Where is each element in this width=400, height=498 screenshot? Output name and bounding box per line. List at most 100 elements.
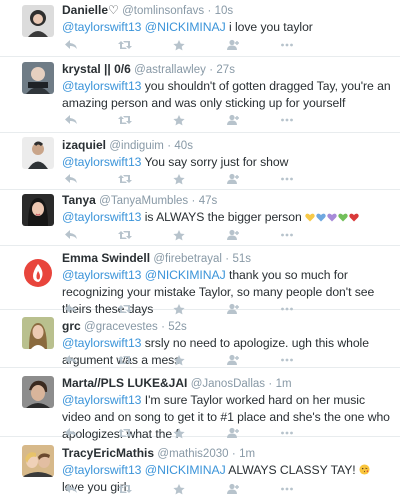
- user-handle[interactable]: @gracevestes: [84, 321, 158, 333]
- heart-icon: [337, 210, 348, 222]
- retweet-icon[interactable]: [118, 114, 132, 126]
- reply-icon[interactable]: [64, 173, 78, 185]
- tweet: Emma Swindell @firebetrayal · 51s @taylo…: [0, 246, 400, 316]
- tweet: krystal || 0/6 @astrallawley · 27s @tayl…: [0, 57, 400, 133]
- follow-icon[interactable]: [226, 39, 240, 51]
- tweet: Tanya @TanyaMumbles · 47s @taylorswift13…: [0, 190, 400, 246]
- reply-icon[interactable]: [64, 114, 78, 126]
- reply-icon[interactable]: [64, 229, 78, 241]
- user-handle[interactable]: @mathis2030: [157, 448, 228, 460]
- follow-icon[interactable]: [226, 354, 240, 366]
- tweet-body: ALWAYS CLASSY TAY!: [225, 463, 359, 477]
- user-fullname[interactable]: Danielle♡: [62, 3, 119, 17]
- more-icon[interactable]: [280, 173, 294, 185]
- user-handle[interactable]: @TanyaMumbles: [99, 195, 188, 207]
- retweet-icon[interactable]: [118, 483, 132, 495]
- avatar[interactable]: [22, 5, 54, 37]
- separator-dot: ·: [231, 448, 236, 460]
- follow-icon[interactable]: [226, 114, 240, 126]
- tweet-timestamp[interactable]: 40s: [174, 140, 193, 152]
- avatar[interactable]: [22, 317, 54, 349]
- more-icon[interactable]: [280, 39, 294, 51]
- user-handle[interactable]: @indiguim: [109, 140, 164, 152]
- user-fullname[interactable]: izaquiel: [62, 138, 106, 152]
- favorite-icon[interactable]: [172, 114, 186, 126]
- tweet-timestamp[interactable]: 47s: [199, 195, 218, 207]
- tweet-actions: [64, 228, 334, 242]
- avatar[interactable]: [22, 257, 54, 289]
- separator-dot: ·: [161, 321, 165, 333]
- mention-link[interactable]: @taylorswift13 @NICKIMINAJ: [62, 268, 226, 282]
- tweet-header: Marta//PLS LUKE&JAI @JanosDallas · 1m: [62, 376, 392, 391]
- separator-dot: ·: [167, 140, 172, 152]
- avatar[interactable]: [22, 62, 54, 94]
- favorite-icon[interactable]: [172, 39, 186, 51]
- user-fullname[interactable]: krystal || 0/6: [62, 62, 131, 76]
- tweet-body: is ALWAYS the bigger person: [141, 210, 302, 224]
- tweet-text: @taylorswift13 is ALWAYS the bigger pers…: [62, 209, 392, 226]
- tweet-header: Tanya @TanyaMumbles · 47s: [62, 193, 392, 208]
- mention-link[interactable]: @taylorswift13: [62, 79, 141, 93]
- tweet-timestamp[interactable]: 1m: [239, 448, 255, 460]
- heart-icon: [348, 210, 359, 222]
- user-fullname[interactable]: Emma Swindell: [62, 251, 150, 265]
- tweet-actions: [64, 353, 334, 367]
- retweet-icon[interactable]: [118, 354, 132, 366]
- avatar[interactable]: [22, 376, 54, 408]
- follow-icon[interactable]: [226, 229, 240, 241]
- tweet-timestamp[interactable]: 52s: [168, 321, 187, 333]
- reply-icon[interactable]: [64, 354, 78, 366]
- follow-icon[interactable]: [226, 173, 240, 185]
- heart-icon: [315, 210, 326, 222]
- tweet-timestamp[interactable]: 27s: [216, 64, 235, 76]
- tweet-actions: [64, 38, 334, 52]
- more-icon[interactable]: [280, 229, 294, 241]
- separator-dot: ·: [191, 195, 196, 207]
- favorite-icon[interactable]: [172, 483, 186, 495]
- user-handle[interactable]: @tomlinsonfavs: [122, 5, 204, 17]
- avatar[interactable]: [22, 137, 54, 169]
- tweet-header: grc @gracevestes · 52s: [62, 319, 392, 334]
- heart-icon: [326, 210, 337, 222]
- user-fullname[interactable]: TracyEricMathis: [62, 446, 154, 460]
- user-fullname[interactable]: grc: [62, 319, 81, 333]
- tweet-timestamp[interactable]: 51s: [232, 253, 251, 265]
- avatar[interactable]: [22, 445, 54, 477]
- user-fullname[interactable]: Tanya: [62, 193, 96, 207]
- tweet-timestamp[interactable]: 1m: [276, 378, 292, 390]
- tweet-actions: [64, 113, 334, 127]
- retweet-icon[interactable]: [118, 229, 132, 241]
- user-fullname[interactable]: Marta//PLS LUKE&JAI: [62, 376, 187, 390]
- more-icon[interactable]: [280, 114, 294, 126]
- favorite-icon[interactable]: [172, 229, 186, 241]
- user-handle[interactable]: @astrallawley: [134, 64, 206, 76]
- separator-dot: ·: [207, 5, 212, 17]
- favorite-icon[interactable]: [172, 354, 186, 366]
- reply-icon[interactable]: [64, 483, 78, 495]
- mention-link[interactable]: @taylorswift13 @NICKIMINAJ: [62, 20, 226, 34]
- more-icon[interactable]: [280, 483, 294, 495]
- retweet-icon[interactable]: [118, 173, 132, 185]
- mention-link[interactable]: @taylorswift13 @NICKIMINAJ: [62, 463, 226, 477]
- tweet-text: @taylorswift13 You say sorry just for sh…: [62, 154, 392, 171]
- mention-link[interactable]: @taylorswift13: [62, 336, 141, 350]
- follow-icon[interactable]: [226, 483, 240, 495]
- tweet-header: TracyEricMathis @mathis2030 · 1m: [62, 446, 392, 461]
- user-handle[interactable]: @JanosDallas: [191, 378, 265, 390]
- tweet-header: Danielle♡ @tomlinsonfavs · 10s: [62, 3, 392, 18]
- heart-emojis: [304, 210, 359, 222]
- mention-link[interactable]: @taylorswift13: [62, 393, 141, 407]
- separator-dot: ·: [268, 378, 273, 390]
- tweet-feed: Danielle♡ @tomlinsonfavs · 10s @taylorsw…: [0, 0, 400, 498]
- favorite-icon[interactable]: [172, 173, 186, 185]
- separator-dot: ·: [225, 253, 230, 265]
- tweet-header: Emma Swindell @firebetrayal · 51s: [62, 251, 392, 266]
- mention-link[interactable]: @taylorswift13: [62, 210, 141, 224]
- retweet-icon[interactable]: [118, 39, 132, 51]
- avatar[interactable]: [22, 194, 54, 226]
- mention-link[interactable]: @taylorswift13: [62, 155, 141, 169]
- tweet-timestamp[interactable]: 10s: [215, 5, 234, 17]
- reply-icon[interactable]: [64, 39, 78, 51]
- user-handle[interactable]: @firebetrayal: [153, 253, 222, 265]
- more-icon[interactable]: [280, 354, 294, 366]
